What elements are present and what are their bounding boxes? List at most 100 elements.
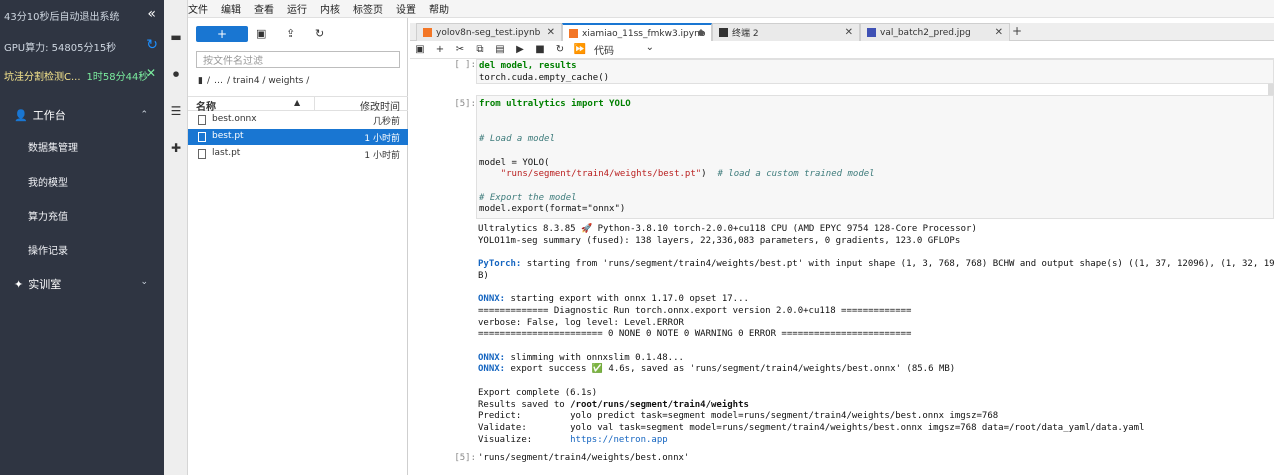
sidebar-item-dataset[interactable]: 数据集管理	[28, 139, 78, 154]
close-tab-icon[interactable]: ✕	[845, 27, 853, 38]
insert-cell-icon[interactable]: +	[430, 44, 450, 55]
menu-edit[interactable]: 编辑	[221, 1, 241, 16]
workbench-group[interactable]: 👤 工作台	[14, 107, 66, 123]
file-name: best.pt	[212, 131, 244, 141]
menu-file[interactable]: 文件	[188, 1, 208, 16]
output-tag: PyTorch:	[478, 259, 522, 270]
running-task[interactable]: 坑洼分割检测C... 1时58分44秒	[4, 65, 168, 85]
output-line: starting export with onnx 1.17.0 opset 1…	[505, 294, 749, 305]
code-cell[interactable]: from ultralytics import YOLO # Load a mo…	[476, 95, 1274, 219]
upload-icon[interactable]: ⇪	[286, 27, 295, 40]
menu-run[interactable]: 运行	[287, 1, 307, 16]
output-line: export success ✅ 4.6s, saved as 'runs/se…	[505, 364, 956, 375]
file-list-header: 名称 ▲ 修改时间	[188, 96, 408, 113]
column-divider	[314, 97, 315, 111]
close-tab-icon[interactable]: ✕	[995, 27, 1003, 38]
result-prompt: [5]:	[454, 453, 476, 463]
auto-logout-text: 43分10秒后自动退出系统	[4, 11, 120, 23]
new-folder-icon[interactable]: ▣	[256, 27, 266, 40]
code-line: model = YOLO(	[479, 157, 550, 168]
collapse-sidebar-icon[interactable]: «	[147, 6, 156, 22]
stop-icon[interactable]: ■	[530, 44, 550, 55]
cell-type-select[interactable]: 代码 ⌄	[594, 42, 654, 57]
new-launcher-button[interactable]: +	[196, 26, 248, 42]
file-time: 几秒前	[372, 117, 400, 127]
tab-terminal[interactable]: 终端 2 ✕	[712, 23, 860, 41]
folder-icon[interactable]: ▬	[169, 30, 183, 44]
menu-kernel[interactable]: 内核	[320, 1, 340, 16]
close-tab-icon[interactable]: ✕	[547, 27, 555, 38]
output-path: /root/runs/segment/train4/weights	[570, 399, 749, 410]
close-task-icon[interactable]: ✕	[146, 66, 156, 80]
menu-help[interactable]: 帮助	[429, 1, 449, 16]
column-name[interactable]: 名称	[196, 98, 216, 113]
file-filter-input[interactable]: 按文件名过滤	[196, 51, 400, 68]
chevron-up-icon[interactable]: ⌃	[140, 110, 148, 120]
code-comment: # load a custom trained model	[717, 169, 875, 180]
tab-label: val_batch2_pred.jpg	[880, 27, 971, 38]
task-time: 1时58分44秒	[86, 71, 149, 83]
folder-small-icon[interactable]: ▮	[198, 76, 203, 86]
breadcrumb-path[interactable]: / train4 / weights /	[227, 76, 309, 86]
puzzle-icon[interactable]: ✚	[169, 141, 183, 155]
netron-link[interactable]: https://netron.app	[570, 435, 668, 445]
tab-notebook-test[interactable]: yolov8n-seg_test.ipynb ✕	[416, 23, 562, 41]
output-line: Export complete (6.1s)	[478, 387, 598, 398]
copy-icon[interactable]: ⧉	[470, 44, 490, 55]
file-row[interactable]: last.pt 1 小时前	[188, 146, 408, 162]
code-text: from ultralytics import YOLO # Load a mo…	[479, 99, 875, 216]
breadcrumb-ellipsis[interactable]: …	[214, 76, 223, 86]
tab-image[interactable]: val_batch2_pred.jpg ✕	[860, 23, 1010, 41]
refresh-icon[interactable]: ↻	[146, 37, 158, 53]
run-icon[interactable]: ▶	[510, 44, 530, 55]
code-cell[interactable]: del model, results torch.cuda.empty_cach…	[476, 59, 1274, 84]
code-text: del model, results torch.cuda.empty_cach…	[479, 61, 609, 84]
tab-bar: yolov8n-seg_test.ipynb ✕ xiamiao_11ss_fm…	[410, 23, 1274, 42]
output-line: ============= Diagnostic Run torch.onnx.…	[478, 305, 912, 316]
unsaved-dot-icon[interactable]	[698, 30, 704, 36]
sidebar-item-logs[interactable]: 操作记录	[28, 242, 68, 257]
sidebar-item-recharge[interactable]: 算力充值	[28, 208, 68, 223]
chevron-down-icon: ⌄	[645, 42, 654, 53]
file-icon	[198, 132, 206, 142]
user-icon: 👤	[14, 108, 28, 122]
file-name: last.pt	[212, 148, 241, 158]
terminal-icon	[719, 28, 728, 37]
add-tab-icon[interactable]: +	[1012, 24, 1022, 38]
app-root: 43分10秒后自动退出系统 « GPU算力: 54805分15秒 ↻ 坑洼分割检…	[0, 0, 1274, 475]
code-string: "runs/segment/train4/weights/best.pt"	[500, 169, 702, 180]
menu-view[interactable]: 查看	[254, 1, 274, 16]
column-modified[interactable]: 修改时间	[360, 98, 400, 113]
tab-notebook-active[interactable]: xiamiao_11ss_fmkw3.ipynb	[562, 23, 712, 42]
refresh-files-icon[interactable]: ↻	[315, 27, 324, 40]
stop-circle-icon[interactable]: ⏺	[169, 67, 183, 81]
output-line: starting from 'runs/segment/train4/weigh…	[526, 259, 1274, 270]
breadcrumb-root[interactable]: /	[207, 76, 210, 86]
menu-tabs[interactable]: 标签页	[353, 1, 383, 16]
lab-group[interactable]: ✦ 实训室	[14, 276, 61, 292]
tab-label: yolov8n-seg_test.ipynb	[436, 27, 541, 38]
paste-icon[interactable]: ▤	[490, 44, 510, 55]
fast-forward-icon[interactable]: ⏩	[570, 44, 590, 55]
chevron-down-icon[interactable]: ⌄	[140, 277, 148, 287]
output-tag: ONNX:	[478, 294, 506, 305]
list-icon[interactable]: ☰	[169, 104, 183, 118]
cell-result: 'runs/segment/train4/weights/best.onnx'	[478, 453, 690, 463]
save-icon[interactable]: ▣	[410, 44, 430, 55]
file-row-selected[interactable]: best.pt 1 小时前	[188, 129, 408, 145]
menu-settings[interactable]: 设置	[396, 1, 416, 16]
notebook-icon	[569, 29, 578, 38]
file-row[interactable]: best.onnx 几秒前	[188, 112, 408, 128]
sidebar-item-models[interactable]: 我的模型	[28, 174, 68, 189]
sort-asc-icon[interactable]: ▲	[294, 98, 300, 107]
restart-icon[interactable]: ↻	[550, 44, 570, 55]
output-line: Visualize:	[478, 434, 571, 445]
platform-sidebar: 43分10秒后自动退出系统 « GPU算力: 54805分15秒 ↻ 坑洼分割检…	[0, 0, 164, 475]
output-line: YOLO11m-seg summary (fused): 138 layers,…	[478, 235, 961, 246]
code-comment: # Export the model	[479, 192, 577, 203]
cut-icon[interactable]: ✂	[450, 44, 470, 55]
code-line: from ultralytics import YOLO	[479, 99, 631, 109]
file-icon	[198, 149, 206, 159]
workbench-label: 工作台	[32, 109, 66, 122]
file-time: 1 小时前	[364, 151, 400, 161]
